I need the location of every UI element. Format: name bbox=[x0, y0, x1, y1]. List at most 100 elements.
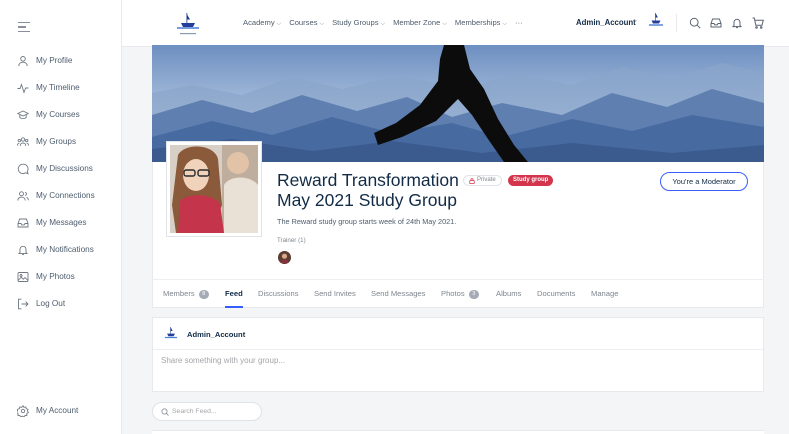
tab-documents[interactable]: Documents bbox=[537, 280, 575, 308]
sidebar-item-label: My Courses bbox=[36, 110, 80, 119]
search-icon[interactable] bbox=[689, 17, 701, 29]
nav-more-button[interactable]: ··· bbox=[515, 18, 523, 28]
group-avatar[interactable] bbox=[167, 142, 261, 236]
sidebar-item-my-profile[interactable]: My Profile bbox=[0, 47, 122, 74]
lock-icon bbox=[469, 177, 475, 184]
tab-photos[interactable]: Photos 3 bbox=[441, 280, 479, 308]
bell-icon bbox=[17, 245, 29, 255]
nav-label: Member Zone bbox=[393, 18, 441, 27]
tab-members[interactable]: Members 8 bbox=[163, 280, 209, 308]
members-count-badge: 8 bbox=[198, 290, 209, 299]
inbox-icon bbox=[17, 218, 29, 227]
nav-member-zone[interactable]: Member Zone ⌵ bbox=[393, 18, 447, 28]
trainer-label: Trainer (1) bbox=[277, 237, 306, 244]
image-icon bbox=[17, 271, 29, 282]
header-divider bbox=[676, 14, 677, 32]
tab-label: Discussions bbox=[258, 289, 299, 298]
sidebar-item-my-groups[interactable]: My Groups bbox=[0, 128, 122, 155]
nav-label: Academy bbox=[243, 18, 275, 27]
search-icon bbox=[161, 408, 169, 416]
sidebar-item-my-notifications[interactable]: My Notifications bbox=[0, 236, 122, 263]
tab-label: Manage bbox=[591, 289, 619, 298]
user-avatar[interactable] bbox=[648, 12, 664, 30]
bell-icon[interactable] bbox=[731, 17, 743, 29]
tab-send-messages[interactable]: Send Messages bbox=[371, 280, 425, 308]
nav-label: Memberships bbox=[454, 18, 501, 27]
logout-icon bbox=[18, 298, 29, 309]
chevron-down-icon: ⌵ bbox=[502, 21, 508, 27]
nav-courses[interactable]: Courses ⌵ bbox=[289, 18, 324, 28]
photos-count-badge: 3 bbox=[468, 290, 479, 299]
user-menu-name[interactable]: Admin_Account bbox=[576, 18, 636, 27]
main-nav: Academy ⌵ Courses ⌵ Study Groups ⌵ Member Z… bbox=[243, 18, 531, 28]
sidebar-item-label: My Photos bbox=[36, 272, 75, 281]
sidebar: My Profile My Timeline My Courses My Gro… bbox=[0, 0, 122, 434]
tab-albums[interactable]: Albums bbox=[496, 280, 521, 308]
activity-list-edge bbox=[152, 430, 764, 434]
nav-academy[interactable]: Academy ⌵ bbox=[243, 18, 281, 28]
inbox-icon[interactable] bbox=[710, 17, 722, 29]
nav-memberships[interactable]: Memberships ⌵ bbox=[455, 18, 507, 28]
moderator-button[interactable]: You're a Moderator bbox=[660, 172, 748, 191]
nav-label: Courses bbox=[289, 18, 318, 27]
tab-label: Send Messages bbox=[371, 289, 426, 298]
sidebar-item-label: My Notifications bbox=[36, 245, 94, 254]
sidebar-item-my-courses[interactable]: My Courses bbox=[0, 101, 122, 128]
group-tabs: Members 8 Feed Discussions Send Invites … bbox=[152, 279, 764, 308]
tab-label: Feed bbox=[225, 289, 243, 298]
feed-search-placeholder: Search Feed... bbox=[172, 408, 217, 415]
sidebar-item-label: My Groups bbox=[36, 137, 77, 146]
post-content-input[interactable]: Share something with your group... bbox=[161, 356, 285, 365]
tab-feed[interactable]: Feed bbox=[225, 280, 243, 308]
tab-label: Photos bbox=[441, 289, 465, 298]
menu-toggle-icon[interactable] bbox=[18, 22, 30, 35]
sidebar-item-log-out[interactable]: Log Out bbox=[0, 290, 122, 317]
post-author-avatar bbox=[164, 326, 178, 342]
chevron-down-icon: ⌵ bbox=[380, 21, 386, 27]
chevron-down-icon: ⌵ bbox=[442, 21, 447, 27]
top-header: Academy ⌵ Courses ⌵ Study Groups ⌵ Member Z… bbox=[122, 0, 789, 47]
group-type-badge: Study group bbox=[508, 175, 554, 186]
chat-icon bbox=[17, 163, 29, 174]
nav-study-groups[interactable]: Study Groups ⌵ bbox=[332, 18, 385, 28]
tab-label: Members bbox=[163, 289, 195, 298]
tab-label: Send Invites bbox=[314, 289, 356, 298]
graduation-cap-icon bbox=[17, 110, 29, 119]
sidebar-item-label: Log Out bbox=[36, 299, 66, 308]
sidebar-item-label: My Connections bbox=[36, 191, 95, 200]
nav-label: Study Groups bbox=[332, 18, 379, 27]
chevron-down-icon[interactable]: ⌵ bbox=[633, 18, 638, 25]
cart-icon[interactable] bbox=[752, 17, 764, 29]
tab-discussions[interactable]: Discussions bbox=[258, 280, 299, 308]
sidebar-item-my-timeline[interactable]: My Timeline bbox=[0, 74, 122, 101]
feed-search-input[interactable]: Search Feed... bbox=[152, 402, 262, 421]
sidebar-item-label: My Messages bbox=[36, 218, 87, 227]
tab-label: Documents bbox=[537, 289, 576, 298]
gear-icon bbox=[17, 404, 29, 417]
sidebar-item-my-messages[interactable]: My Messages bbox=[0, 209, 122, 236]
tab-send-invites[interactable]: Send Invites bbox=[314, 280, 356, 308]
privacy-badge: Private bbox=[463, 175, 502, 186]
connections-icon bbox=[17, 190, 29, 201]
sidebar-item-my-connections[interactable]: My Connections bbox=[0, 182, 122, 209]
sidebar-item-label: My Profile bbox=[36, 56, 73, 65]
post-author-name: Admin_Account bbox=[187, 330, 246, 339]
trainer-avatar[interactable] bbox=[278, 251, 291, 264]
sidebar-item-my-discussions[interactable]: My Discussions bbox=[0, 155, 122, 182]
sidebar-item-label: My Account bbox=[36, 406, 79, 415]
group-description: The Reward study group starts week of 24… bbox=[277, 217, 457, 226]
tab-manage[interactable]: Manage bbox=[591, 280, 618, 308]
sidebar-nav: My Profile My Timeline My Courses My Gro… bbox=[0, 47, 122, 317]
sidebar-item-label: My Timeline bbox=[36, 83, 80, 92]
post-form-header: Admin_Account bbox=[153, 318, 763, 350]
user-icon bbox=[18, 55, 28, 66]
activity-icon bbox=[17, 82, 29, 94]
sidebar-item-my-account[interactable]: My Account bbox=[0, 397, 122, 424]
activity-post-form: Admin_Account Share something with your … bbox=[152, 317, 764, 392]
privacy-label: Private bbox=[477, 177, 496, 183]
groups-icon bbox=[17, 136, 29, 146]
tab-label: Albums bbox=[496, 289, 522, 298]
sidebar-item-label: My Discussions bbox=[36, 164, 93, 173]
sidebar-item-my-photos[interactable]: My Photos bbox=[0, 263, 122, 290]
site-logo[interactable] bbox=[173, 11, 203, 37]
